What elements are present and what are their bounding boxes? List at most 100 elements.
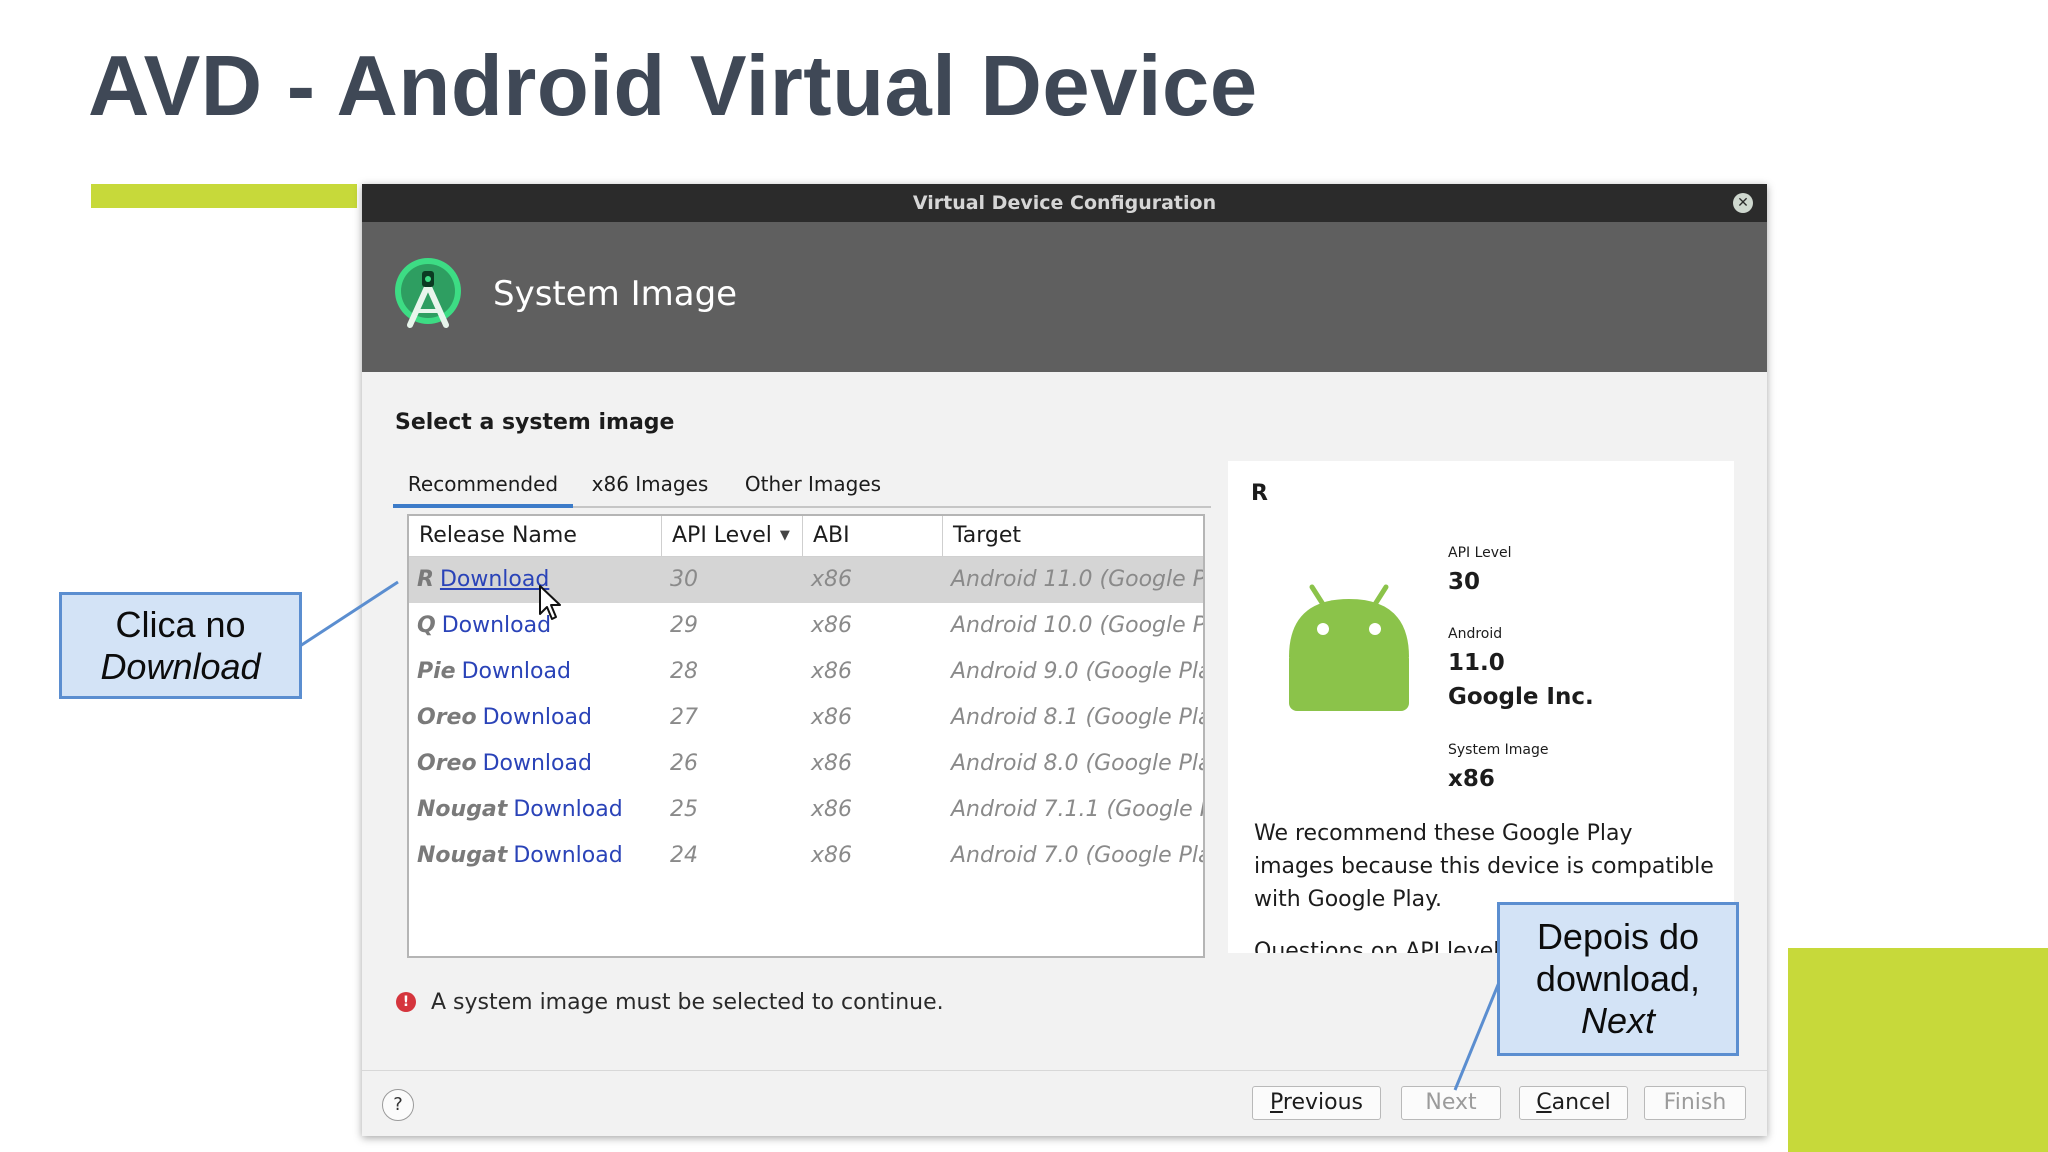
- column-header-label: Release Name: [419, 523, 577, 548]
- column-header-label: ABI: [813, 523, 850, 548]
- download-link[interactable]: Download: [462, 659, 571, 684]
- api-level-cell: 25: [670, 797, 698, 822]
- column-header-label: API Level: [672, 523, 772, 548]
- download-link[interactable]: Download: [442, 613, 551, 638]
- target-cell: Android 9.0 (Google Play,: [951, 659, 1203, 684]
- callout-line-emphasis: Next: [1500, 1000, 1736, 1042]
- target-cell: Android 7.1.1 (Google Pla: [951, 797, 1203, 822]
- api-level-cell: 26: [670, 751, 698, 776]
- table-row[interactable]: Oreo Download 26 x86 Android 8.0 (Google …: [409, 741, 1203, 787]
- cancel-mnemonic: C: [1536, 1090, 1552, 1115]
- download-link[interactable]: Download: [513, 797, 622, 822]
- api-level-cell: 28: [670, 659, 698, 684]
- target-cell: Android 8.1 (Google Play,: [951, 705, 1203, 730]
- abi-cell: x86: [811, 705, 853, 730]
- tab-recommended[interactable]: Recommended: [393, 464, 573, 508]
- window-title: Virtual Device Configuration: [912, 192, 1217, 214]
- api-level-value: 30: [1448, 569, 1481, 595]
- callout-line: download,: [1535, 958, 1701, 999]
- image-details-panel: R API Level 30 Android 11.0 Google Inc. …: [1228, 461, 1734, 953]
- slide-title: AVD - Android Virtual Device: [88, 39, 1258, 134]
- target-cell: Android 10.0 (Google Pla: [951, 613, 1203, 638]
- abi-cell: x86: [811, 843, 853, 868]
- tab-other-images[interactable]: Other Images: [733, 464, 893, 504]
- error-icon: !: [396, 992, 416, 1012]
- help-button[interactable]: ?: [382, 1089, 414, 1121]
- table-row[interactable]: Nougat Download 24 x86 Android 7.0 (Googl…: [409, 833, 1203, 879]
- abi-cell: x86: [811, 797, 853, 822]
- column-header-abi[interactable]: ABI: [803, 516, 943, 556]
- table-header: Release Name API Level ▼ ABI Target: [409, 516, 1203, 557]
- release-name: Oreo: [417, 705, 477, 730]
- column-header-label: Target: [953, 523, 1022, 548]
- android-version-value: 11.0: [1448, 650, 1505, 676]
- download-link[interactable]: Download: [440, 567, 549, 592]
- details-release-name: R: [1251, 481, 1268, 506]
- callout-next-after-download: Depois do download, Next: [1497, 902, 1739, 1056]
- target-cell: Android 8.0 (Google Play,: [951, 751, 1203, 776]
- previous-mnemonic: P: [1270, 1090, 1283, 1115]
- download-link[interactable]: Download: [483, 705, 592, 730]
- column-header-target[interactable]: Target: [943, 516, 1203, 556]
- mouse-pointer-icon: [539, 585, 561, 620]
- close-icon[interactable]: ✕: [1733, 193, 1753, 213]
- api-level-help-link[interactable]: Questions on API level?: [1254, 939, 1511, 953]
- abi-cell: x86: [811, 567, 853, 592]
- dialog-header-banner: System Image: [362, 222, 1767, 372]
- cancel-label: ancel: [1551, 1090, 1611, 1115]
- release-name: Q: [417, 613, 436, 638]
- android-studio-logo-icon: [395, 258, 461, 328]
- callout-line: Depois do: [1536, 916, 1700, 957]
- validation-error-message: A system image must be selected to conti…: [431, 990, 944, 1015]
- target-cell: Android 7.0 (Google Play,: [951, 843, 1203, 868]
- table-row[interactable]: Q Download 29 x86 Android 10.0 (Google Pl…: [409, 603, 1203, 649]
- android-robot-icon: [1289, 584, 1409, 711]
- api-level-cell: 24: [670, 843, 698, 868]
- system-image-value: x86: [1448, 766, 1495, 792]
- system-image-label: System Image: [1448, 742, 1549, 758]
- header-title: System Image: [493, 274, 738, 314]
- callout-emphasis: Download: [100, 645, 261, 687]
- release-name: Nougat: [417, 843, 508, 868]
- corner-accent-block: [1788, 948, 2048, 1152]
- table-row[interactable]: Nougat Download 25 x86 Android 7.1.1 (Goo…: [409, 787, 1203, 833]
- download-link[interactable]: Download: [483, 751, 592, 776]
- vendor-name: Google Inc.: [1448, 684, 1594, 710]
- section-title: Select a system image: [395, 410, 675, 435]
- tab-x86-images[interactable]: x86 Images: [575, 464, 725, 504]
- previous-label: revious: [1282, 1090, 1363, 1115]
- callout-click-download: Clica no Download: [59, 592, 302, 699]
- abi-cell: x86: [811, 751, 853, 776]
- image-tabs: Recommended x86 Images Other Images: [393, 464, 1211, 508]
- table-row[interactable]: R Download 30 x86 Android 11.0 (Google Pl…: [409, 557, 1203, 603]
- accent-bar: [91, 184, 357, 208]
- api-level-cell: 30: [670, 567, 698, 592]
- api-level-cell: 27: [670, 705, 698, 730]
- target-cell: Android 11.0 (Google Pla: [951, 567, 1203, 592]
- window-titlebar: Virtual Device Configuration ✕: [362, 184, 1767, 222]
- download-link[interactable]: Download: [513, 843, 622, 868]
- column-header-api-level[interactable]: API Level ▼: [662, 516, 803, 556]
- footer-divider: [362, 1070, 1767, 1071]
- table-row[interactable]: Oreo Download 27 x86 Android 8.1 (Google …: [409, 695, 1203, 741]
- abi-cell: x86: [811, 613, 853, 638]
- release-name: Pie: [417, 659, 456, 684]
- cancel-button[interactable]: Cancel: [1519, 1086, 1628, 1120]
- sort-down-icon: ▼: [779, 528, 790, 543]
- callout-line-emphasis: Download: [62, 646, 299, 688]
- release-name: R: [417, 567, 434, 592]
- release-name: Oreo: [417, 751, 477, 776]
- callout-emphasis: Next: [1580, 1000, 1656, 1041]
- callout-line: Clica no: [115, 603, 246, 645]
- api-level-cell: 29: [670, 613, 698, 638]
- column-header-release-name[interactable]: Release Name: [409, 516, 662, 556]
- next-button[interactable]: Next: [1401, 1086, 1501, 1120]
- system-image-table: Release Name API Level ▼ ABI Target R Down…: [407, 514, 1205, 958]
- finish-button[interactable]: Finish: [1644, 1086, 1746, 1120]
- release-name: Nougat: [417, 797, 508, 822]
- api-level-label: API Level: [1448, 545, 1512, 561]
- abi-cell: x86: [811, 659, 853, 684]
- previous-button[interactable]: Previous: [1252, 1086, 1381, 1120]
- table-row[interactable]: Pie Download 28 x86 Android 9.0 (Google P…: [409, 649, 1203, 695]
- android-version-label: Android: [1448, 626, 1503, 642]
